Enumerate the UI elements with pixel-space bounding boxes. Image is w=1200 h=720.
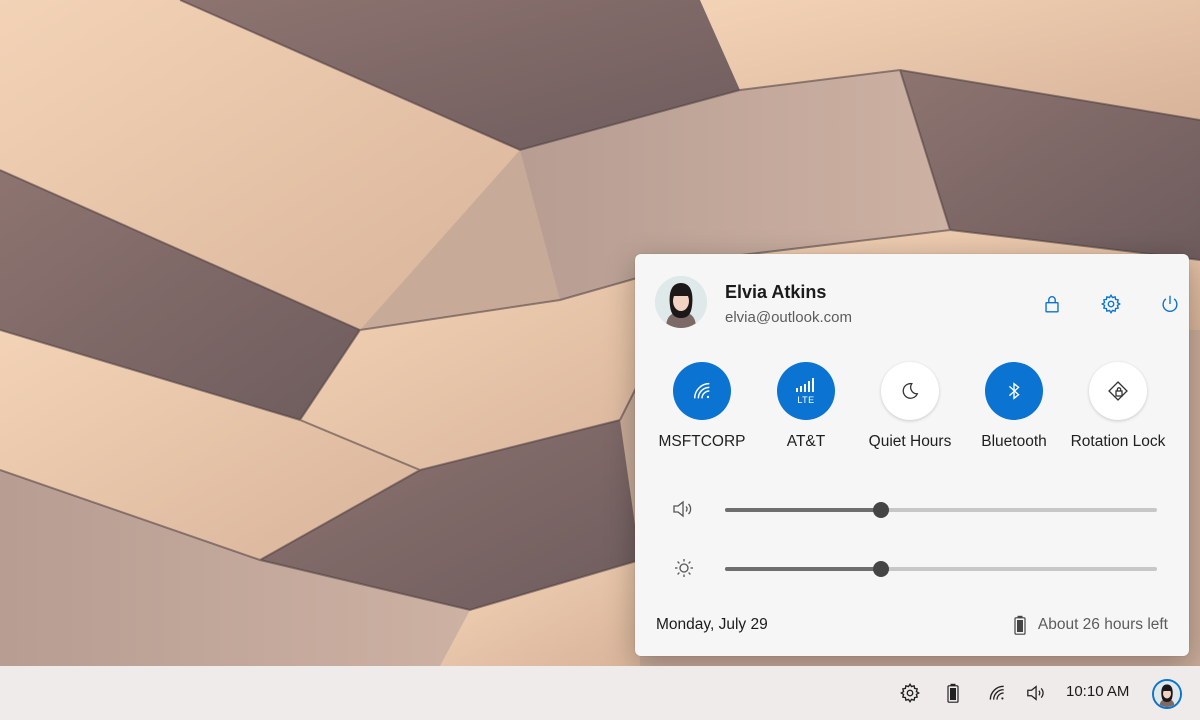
quick-action-label: AT&T	[786, 433, 826, 450]
taskbar-settings-button[interactable]	[897, 679, 923, 707]
taskbar: 10:10 AM	[0, 666, 1200, 720]
action-center-panel: Elvia Atkins elvia@outlook.com MSFTCORP …	[635, 254, 1189, 656]
quick-action-label: Quiet Hours	[868, 433, 952, 450]
quick-action-label: MSFTCORP	[658, 433, 746, 450]
speaker-icon[interactable]	[671, 497, 697, 521]
wifi-icon	[693, 382, 710, 399]
settings-button[interactable]	[1094, 287, 1128, 321]
taskbar-user-avatar[interactable]	[1152, 679, 1182, 709]
date-label: Monday, July 29	[656, 616, 768, 633]
quick-action-label: Bluetooth	[981, 433, 1047, 450]
cellular-signal-icon	[796, 377, 814, 392]
power-button[interactable]	[1153, 287, 1187, 321]
taskbar-volume-button[interactable]	[1024, 679, 1050, 707]
taskbar-clock[interactable]: 10:10 AM	[1066, 683, 1129, 700]
quick-action-label: Rotation Lock	[1070, 433, 1166, 450]
quick-action-bluetooth[interactable]: Bluetooth	[962, 362, 1066, 451]
user-email: elvia@outlook.com	[725, 309, 852, 326]
quick-action-wifi[interactable]: MSFTCORP	[650, 362, 754, 451]
rotation-lock-icon	[1108, 381, 1128, 401]
quick-action-rotation-lock[interactable]: Rotation Lock	[1066, 362, 1170, 451]
brightness-thumb[interactable]	[872, 561, 889, 577]
power-icon	[1162, 295, 1178, 313]
speaker-icon	[1027, 685, 1044, 701]
quick-actions: MSFTCORP LTE AT&T Quiet Hours Bluetooth …	[650, 362, 1180, 458]
battery-icon	[947, 683, 959, 703]
quick-action-quiet-hours[interactable]: Quiet Hours	[858, 362, 962, 451]
user-avatar[interactable]	[655, 276, 707, 328]
battery-status[interactable]: About 26 hours left	[1014, 614, 1168, 636]
battery-icon	[1014, 615, 1026, 635]
gear-icon	[1101, 294, 1121, 314]
taskbar-battery-button[interactable]	[941, 679, 965, 707]
taskbar-network-button[interactable]	[984, 679, 1010, 707]
user-profile: Elvia Atkins elvia@outlook.com	[655, 276, 1178, 330]
lock-button[interactable]	[1035, 287, 1069, 321]
lte-label: LTE	[797, 394, 815, 405]
user-name: Elvia Atkins	[725, 282, 827, 302]
quick-action-cellular[interactable]: LTE AT&T	[754, 362, 858, 451]
volume-slider[interactable]	[725, 502, 1157, 518]
battery-text: About 26 hours left	[1037, 616, 1168, 633]
volume-fill	[725, 508, 881, 512]
brightness-icon	[675, 559, 693, 577]
lock-icon	[1045, 296, 1059, 313]
bluetooth-icon	[1008, 382, 1020, 400]
brightness-slider-row	[671, 556, 1161, 580]
wifi-icon	[989, 685, 1004, 700]
moon-icon	[902, 382, 919, 399]
brightness-fill	[725, 567, 881, 571]
gear-icon	[900, 683, 920, 703]
brightness-slider[interactable]	[725, 561, 1157, 577]
volume-thumb[interactable]	[872, 502, 889, 518]
volume-slider-row	[671, 497, 1161, 521]
